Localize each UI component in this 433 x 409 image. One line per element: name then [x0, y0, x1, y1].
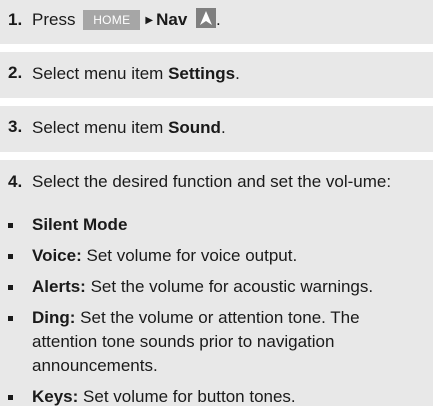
step-number: 4.	[8, 172, 23, 191]
step-text: Press HOME ▶ Nav .	[32, 8, 221, 30]
bullet-title: Alerts:	[32, 277, 86, 296]
step-2-row: 2. Select menu item Settings.	[0, 52, 433, 98]
bullet-item: Ding: Set the volume or attention tone. …	[32, 306, 425, 378]
bullet-item: Keys: Set volume for button tones.	[32, 385, 425, 409]
nav-label: Nav	[156, 10, 188, 29]
bullet-item: Silent Mode	[32, 213, 425, 237]
step-number: 2.	[8, 63, 23, 82]
bullet-title: Voice:	[32, 246, 82, 265]
bullet-body: Set the volume for acoustic warnings.	[85, 277, 374, 296]
bullet-title: Silent Mode	[32, 215, 128, 234]
square-bullet-icon	[8, 223, 13, 228]
bullet-title: Ding:	[32, 308, 76, 327]
step-number: 3.	[8, 117, 23, 136]
bullet-item: Alerts: Set the volume for acoustic warn…	[32, 275, 425, 299]
step-2-suffix: .	[235, 64, 240, 83]
step-4-row: 4. Select the desired function and set t…	[0, 160, 433, 406]
square-bullet-icon	[8, 254, 13, 259]
right-triangle-icon: ▶	[145, 15, 154, 26]
square-bullet-icon	[8, 316, 13, 321]
step-2-prefix: Select menu item	[32, 64, 169, 83]
step-text: Select the desired function and set the …	[32, 172, 392, 191]
step-text: Select menu item Sound.	[32, 116, 427, 140]
navigation-arrow-icon	[196, 8, 217, 28]
step-1-prefix: Press	[32, 10, 76, 29]
step-1-row: 1. Press HOME ▶ Nav .	[0, 0, 433, 44]
bullet-title: Keys:	[32, 387, 79, 406]
step-number: 1.	[8, 10, 23, 29]
home-key: HOME	[83, 10, 141, 30]
bullet-item: Voice: Set volume for voice output.	[32, 244, 425, 268]
step-text: Select menu item Settings.	[32, 62, 427, 86]
step-3-prefix: Select menu item	[32, 118, 169, 137]
bullet-body: Set the volume or attention tone. The at…	[32, 308, 360, 375]
step-3-row: 3. Select menu item Sound.	[0, 106, 433, 152]
square-bullet-icon	[8, 395, 13, 400]
bullet-body: Set volume for voice output.	[81, 246, 298, 265]
bullet-body: Set volume for button tones.	[78, 387, 296, 406]
square-bullet-icon	[8, 285, 13, 290]
settings-label: Settings	[168, 64, 236, 83]
sound-label: Sound	[168, 118, 221, 137]
step-3-suffix: .	[220, 118, 226, 137]
